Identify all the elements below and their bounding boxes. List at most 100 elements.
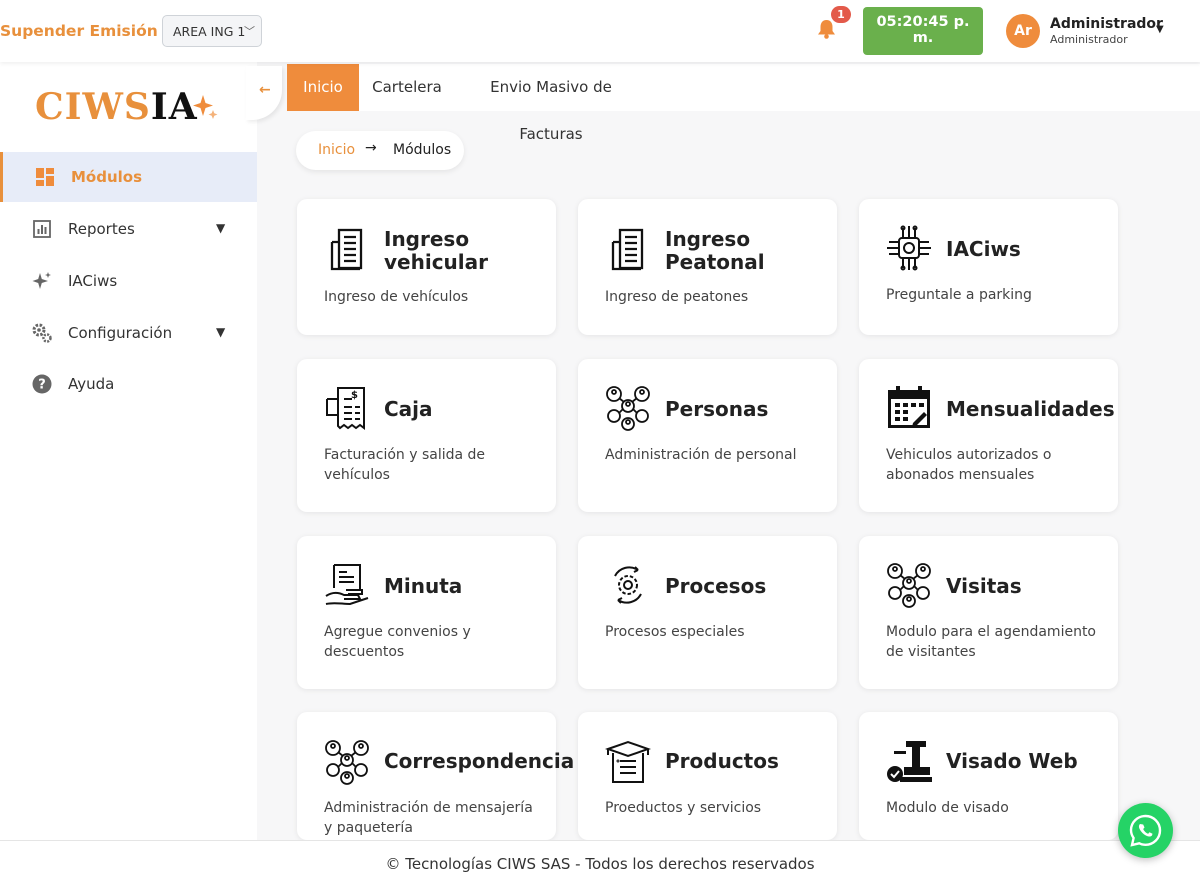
people-network-icon [887, 563, 931, 608]
building-doc-icon [611, 228, 644, 271]
user-menu-caret-icon[interactable]: ▼ [1156, 24, 1164, 35]
people-network-icon [606, 386, 650, 431]
module-card-ingreso-vehicular[interactable]: Ingreso vehicular Ingreso de vehículos [297, 199, 556, 335]
sidebar-item-ayuda[interactable]: ? Ayuda [0, 359, 257, 409]
area-select[interactable]: AREA ING 1 ﹀ [162, 15, 262, 47]
sidebar-item-configuracion[interactable]: Configuración ▼ [0, 308, 257, 358]
dashboard-icon [36, 168, 54, 186]
breadcrumb-current: Módulos [393, 142, 452, 158]
module-description: Administración de mensajería y paqueterí… [324, 800, 533, 836]
module-title: Procesos [665, 574, 767, 598]
module-description: Proeductos y servicios [605, 800, 762, 816]
svg-text:?: ? [38, 378, 46, 393]
tab-envio-masivo[interactable]: Envio Masivo de Facturas [463, 64, 639, 143]
clock-line1: 05:20:45 p. [876, 14, 970, 30]
arrow-right-icon: → [365, 140, 377, 156]
breadcrumb: Inicio → Módulos [296, 131, 464, 170]
module-title: IACiws [946, 237, 1021, 261]
bell-icon[interactable] [816, 18, 837, 44]
top-bar: Supender Emisión AREA ING 1 ﹀ 1 05:20:45… [0, 0, 1200, 62]
sidebar-item-modulos[interactable]: Módulos [0, 152, 257, 202]
notification-badge: 1 [831, 6, 851, 23]
module-description: Administración de personal [605, 447, 797, 463]
document-hand-icon [325, 564, 369, 606]
sidebar-item-label: IACiws [68, 272, 118, 290]
module-card-personas[interactable]: Personas Administración de personal [578, 359, 837, 512]
sidebar-item-label: Módulos [71, 168, 143, 186]
module-title: Productos [665, 749, 779, 773]
suspend-emission-button[interactable]: Supender Emisión [0, 22, 158, 40]
sparkle-icon [190, 92, 220, 126]
module-description: Ingreso de peatones [605, 289, 749, 305]
module-card-minuta[interactable]: Minuta Agregue convenios y descuentos [297, 536, 556, 689]
module-description: Procesos especiales [605, 624, 745, 640]
module-title: Visitas [946, 574, 1022, 598]
module-card-caja[interactable]: $ Caja Facturación y salida de vehículos [297, 359, 556, 512]
module-description: Modulo de visado [886, 800, 1009, 816]
svg-text:$: $ [351, 390, 358, 401]
module-title: Visado Web [946, 749, 1078, 773]
module-title-line1: Ingreso [384, 227, 470, 251]
clock-display: 05:20:45 p. m. [863, 7, 983, 55]
people-network-icon [325, 740, 369, 785]
module-title: Correspondencia [384, 749, 575, 773]
sparkle-icon [32, 272, 51, 289]
whatsapp-icon [1129, 814, 1162, 847]
module-title: Caja [384, 397, 433, 421]
gears-icon [32, 323, 52, 343]
help-icon: ? [32, 374, 52, 394]
module-title: Ingreso vehicular [384, 228, 488, 274]
module-card-visitas[interactable]: Visitas Modulo para el agendamiento de v… [859, 536, 1118, 689]
calendar-icon [888, 386, 930, 428]
sidebar-collapse-button[interactable]: ← [246, 66, 282, 120]
sidebar-item-reportes[interactable]: Reportes ▼ [0, 204, 257, 254]
whatsapp-button[interactable] [1118, 803, 1173, 858]
module-card-ingreso-peatonal[interactable]: Ingreso Peatonal Ingreso de peatones [578, 199, 837, 335]
caret-down-icon: ▼ [216, 325, 226, 339]
module-title: Personas [665, 397, 769, 421]
module-title-line1: Ingreso [665, 227, 751, 251]
ai-chip-icon [887, 225, 931, 271]
sidebar-item-iaciws[interactable]: IACiws [0, 256, 257, 306]
arrow-left-icon: ← [259, 82, 271, 98]
module-description: Ingreso de vehículos [324, 289, 469, 305]
process-gear-icon [614, 566, 642, 604]
sidebar-item-label: Ayuda [68, 375, 115, 393]
report-icon [33, 220, 51, 238]
breadcrumb-home-link[interactable]: Inicio [318, 142, 355, 158]
sidebar-item-label: Reportes [68, 220, 135, 238]
module-title: Minuta [384, 574, 463, 598]
module-title: Ingreso Peatonal [665, 228, 765, 274]
logo-text-ciws: CIWS [35, 86, 151, 128]
module-description: Facturación y salida de vehículos [324, 447, 486, 483]
module-description: Agregue convenios y descuentos [324, 624, 471, 660]
module-card-iaciws[interactable]: IACiws Preguntale a parking [859, 199, 1118, 335]
module-card-mensualidades[interactable]: Mensualidades Vehiculos autorizados o ab… [859, 359, 1118, 512]
building-doc-icon [330, 228, 363, 271]
module-card-correspondencia[interactable]: Correspondencia Administración de mensaj… [297, 712, 574, 840]
module-description: Vehiculos autorizados o abonados mensual… [886, 447, 1052, 483]
sidebar-item-label: Configuración [68, 324, 173, 342]
user-role: Administrador [1050, 33, 1128, 46]
tab-cartelera[interactable]: Cartelera [365, 64, 449, 111]
module-card-productos[interactable]: Productos Proeductos y servicios [578, 712, 837, 840]
box-list-icon [605, 740, 651, 783]
module-card-visado-web[interactable]: Visado Web Modulo de visado [859, 712, 1118, 840]
tab-bar: Inicio Cartelera Envio Masivo de Factura… [287, 64, 1200, 143]
footer: © Tecnologías CIWS SAS - Todos los derec… [0, 840, 1200, 887]
tab-inicio[interactable]: Inicio [287, 64, 359, 111]
clock-line2: m. [912, 30, 934, 46]
area-select-value: AREA ING 1 [173, 24, 246, 39]
module-description: Preguntale a parking [886, 287, 1032, 303]
stamp-check-icon [887, 741, 932, 782]
module-description: Modulo para el agendamiento de visitante… [886, 624, 1096, 660]
module-title-line2: Peatonal [665, 250, 765, 274]
module-title-line2: vehicular [384, 250, 489, 274]
module-card-procesos[interactable]: Procesos Procesos especiales [578, 536, 837, 689]
user-name[interactable]: Administrador [1050, 16, 1163, 32]
caret-down-icon: ▼ [216, 221, 226, 235]
footer-copyright: © Tecnologías CIWS SAS - Todos los derec… [385, 855, 815, 873]
avatar[interactable]: Ar [1006, 14, 1040, 48]
chevron-down-icon: ﹀ [244, 25, 255, 38]
module-title: Mensualidades [946, 397, 1115, 421]
